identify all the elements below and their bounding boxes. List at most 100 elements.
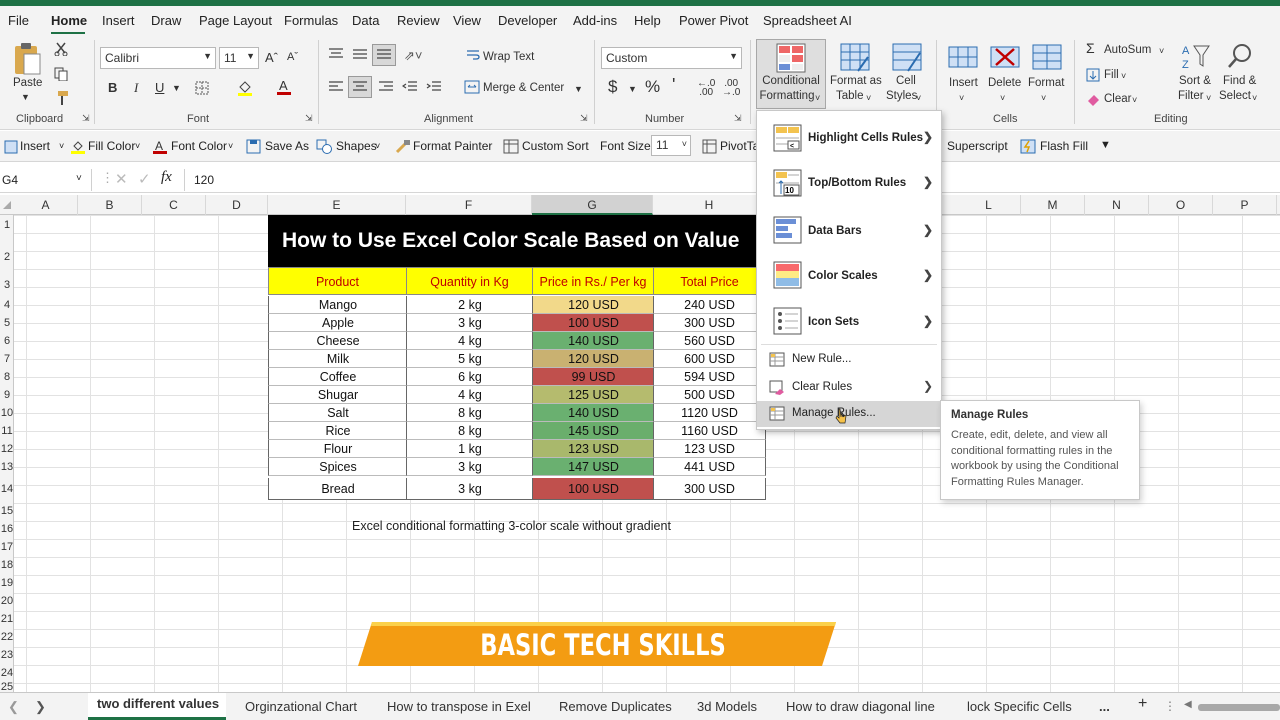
cell-quantity[interactable]: 5 kg	[406, 350, 533, 368]
sheet-tab-active[interactable]: two different values	[97, 696, 219, 711]
align-right-icon[interactable]	[378, 81, 394, 93]
column-header[interactable]: H	[653, 195, 766, 215]
row-header[interactable]: 9	[0, 389, 14, 401]
column-header[interactable]: O	[1149, 195, 1213, 215]
cell-price[interactable]: 99 USD	[532, 368, 654, 386]
header-product[interactable]: Product	[268, 267, 407, 295]
delete-cells-icon[interactable]	[990, 43, 1020, 71]
sheet-tab[interactable]: How to transpose in Exel	[387, 699, 531, 714]
row-header[interactable]: 18	[0, 559, 14, 571]
cell-product[interactable]: Rice	[268, 422, 407, 440]
cell-total[interactable]: 500 USD	[653, 386, 766, 404]
cell-product[interactable]: Flour	[268, 440, 407, 458]
scroll-right-icon[interactable]: ❯	[35, 699, 46, 715]
cell-product[interactable]: Shugar	[268, 386, 407, 404]
cell-quantity[interactable]: 8 kg	[406, 422, 533, 440]
sheet-tab[interactable]: Orginzational Chart	[245, 699, 357, 714]
font-launcher-icon[interactable]: ⇲	[305, 113, 313, 124]
insert-icon[interactable]	[4, 140, 18, 154]
row-header[interactable]: 12	[0, 443, 14, 455]
currency-icon[interactable]: $	[608, 78, 617, 95]
qat-save-as[interactable]: Save As	[265, 139, 309, 153]
menu-review[interactable]: Review	[397, 13, 440, 28]
orientation-icon[interactable]: ⇗˅	[404, 48, 422, 63]
qat-pivot-table[interactable]: PivotTa	[720, 139, 759, 153]
column-header[interactable]: M	[1021, 195, 1085, 215]
percent-icon[interactable]: %	[645, 78, 660, 95]
wrap-text-label[interactable]: Wrap Text	[483, 50, 534, 65]
row-header[interactable]: 24	[0, 667, 14, 679]
fill-icon[interactable]	[1086, 68, 1100, 82]
menu-addins[interactable]: Add-ins	[573, 13, 617, 28]
autosum-label[interactable]: AutoSum	[1104, 43, 1151, 58]
menu-item-new-rule[interactable]: New Rule...	[757, 351, 941, 371]
caption-text[interactable]: Excel conditional formatting 3-color sca…	[352, 519, 671, 533]
sort-filter-label-1[interactable]: Sort &	[1179, 74, 1211, 89]
cell-styles-label-1[interactable]: Cell	[896, 74, 916, 89]
fill-color-icon[interactable]	[237, 79, 253, 97]
qat-customize-icon[interactable]: ▼	[1100, 139, 1111, 151]
cancel-entry-icon[interactable]: ✕	[115, 170, 128, 188]
select-all-icon[interactable]	[2, 200, 12, 210]
column-header-selected[interactable]: G	[532, 195, 653, 215]
cut-icon[interactable]	[54, 42, 68, 56]
menu-formulas[interactable]: Formulas	[284, 13, 338, 28]
cell-price[interactable]: 120 USD	[532, 296, 654, 314]
custom-sort-icon[interactable]	[503, 139, 519, 154]
row-header[interactable]: 5	[0, 317, 14, 329]
row-header[interactable]: 19	[0, 577, 14, 589]
cell-price[interactable]: 140 USD	[532, 332, 654, 350]
cell-quantity[interactable]: 3 kg	[406, 458, 533, 476]
format-painter-qat-icon[interactable]	[395, 139, 411, 154]
cell-total[interactable]: 123 USD	[653, 440, 766, 458]
format-as-table-icon[interactable]	[840, 43, 870, 73]
menu-view[interactable]: View	[453, 13, 481, 28]
paste-label[interactable]: Paste	[13, 76, 42, 91]
sheet-tab[interactable]: Remove Duplicates	[559, 699, 672, 714]
bold-icon[interactable]: B	[108, 80, 117, 95]
cell-product[interactable]: Salt	[268, 404, 407, 422]
insert-function-icon[interactable]: fx	[161, 169, 172, 186]
cell-total[interactable]: 300 USD	[653, 478, 766, 500]
menu-file[interactable]: File	[8, 13, 29, 28]
column-header[interactable]: P	[1213, 195, 1277, 215]
cell-quantity[interactable]: 3 kg	[406, 478, 533, 500]
confirm-entry-icon[interactable]: ✓	[138, 170, 151, 188]
header-total[interactable]: Total Price	[653, 267, 766, 295]
more-options-icon[interactable]: ⋮	[1164, 699, 1176, 713]
row-header[interactable]: 15	[0, 505, 14, 517]
header-quantity[interactable]: Quantity in Kg	[406, 267, 533, 295]
column-header[interactable]: E	[268, 195, 406, 215]
cell-total[interactable]: 441 USD	[653, 458, 766, 476]
cell-product[interactable]: Mango	[268, 296, 407, 314]
menu-home[interactable]: Home	[51, 13, 87, 28]
header-price[interactable]: Price in Rs./ Per kg	[532, 267, 654, 295]
menu-data[interactable]: Data	[352, 13, 379, 28]
paste-icon[interactable]	[12, 42, 42, 76]
format-cells-label[interactable]: Format	[1028, 76, 1064, 91]
borders-icon[interactable]	[195, 81, 209, 95]
cell-total[interactable]: 560 USD	[653, 332, 766, 350]
format-as-table-label-2[interactable]: Table	[836, 89, 864, 104]
decrease-decimal-icon[interactable]: .00 →.0	[722, 79, 740, 98]
increase-indent-icon[interactable]	[426, 81, 442, 93]
fill-color-qat-icon[interactable]	[71, 139, 85, 155]
row-header[interactable]: 6	[0, 335, 14, 347]
cell-styles-icon[interactable]	[892, 43, 922, 73]
comma-icon[interactable]: ʹ	[672, 76, 675, 94]
fill-label[interactable]: Fill	[1104, 68, 1119, 83]
menu-power-pivot[interactable]: Power Pivot	[679, 13, 748, 28]
cell-price[interactable]: 145 USD	[532, 422, 654, 440]
scroll-left-icon[interactable]: ❮	[8, 699, 19, 715]
column-header[interactable]: N	[1085, 195, 1149, 215]
cell-product[interactable]: Apple	[268, 314, 407, 332]
cell-total[interactable]: 240 USD	[653, 296, 766, 314]
more-sheets-icon[interactable]: ...	[1099, 699, 1110, 714]
qat-superscript[interactable]: Superscript	[947, 139, 1008, 153]
font-size-box[interactable]: 11 ▼	[219, 47, 259, 69]
cell-price[interactable]: 147 USD	[532, 458, 654, 476]
sort-filter-icon[interactable]: AZ	[1182, 42, 1210, 70]
add-sheet-icon[interactable]: +	[1138, 695, 1147, 713]
cell-total[interactable]: 600 USD	[653, 350, 766, 368]
insert-cells-label[interactable]: Insert	[949, 76, 978, 91]
